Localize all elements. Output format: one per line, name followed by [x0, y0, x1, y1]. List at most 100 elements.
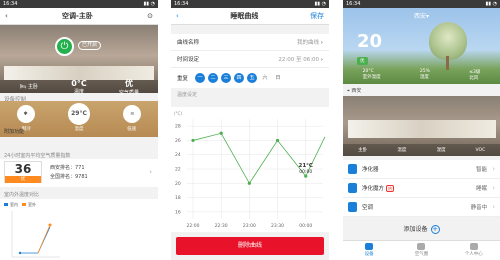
point-annotation-time: 00:00: [299, 169, 312, 175]
y-tick-label: 26: [175, 138, 181, 144]
x-tick-label: 23:30: [271, 223, 284, 229]
temp-value: 0°C: [71, 78, 87, 88]
device-name: 净化魔方: [362, 186, 385, 192]
xian-rank: 西安排名：771: [50, 165, 85, 171]
tab-label: 空气圈: [414, 252, 429, 257]
device-name: 空调: [362, 205, 374, 211]
curve-name-value: 我的曲线: [297, 40, 320, 46]
day-wed[interactable]: 三: [221, 73, 232, 83]
x-tick-label: 00:00: [299, 223, 312, 229]
legend-indoor: 室内: [10, 201, 18, 207]
hot-badge: 热: [386, 185, 395, 192]
status-time: 16:34: [346, 1, 361, 7]
devices-icon: [365, 243, 374, 250]
room-humidity-label: 湿度: [436, 148, 446, 153]
national-rank: 全国排名：9781: [50, 174, 88, 180]
status-bar: 16:34 ▮▮ ◔: [0, 0, 158, 8]
tab-label: 个人中心: [464, 252, 483, 257]
data-point: [191, 138, 195, 143]
chevron-right-icon: ›: [492, 203, 495, 211]
room-temp-label: 温度: [397, 148, 407, 153]
y-tick-label: 28: [175, 124, 181, 130]
page-title: 睡眠曲线: [230, 12, 259, 20]
y-axis-label: (°C): [174, 111, 182, 116]
chevron-down-icon: ▾: [426, 13, 430, 20]
add-function-link[interactable]: 附加功能: [4, 128, 24, 135]
save-button[interactable]: 保存: [310, 11, 324, 21]
sleep-curve-svg[interactable]: (°C) 16 18 20 22 24 26 28 22:00 22:30 23:00 23:30 00…: [171, 107, 329, 232]
chevron-right-icon: ›: [492, 165, 495, 173]
room-info-bar: 主卧 温度 湿度 VOC: [343, 144, 500, 156]
day-fri[interactable]: 五: [247, 73, 258, 83]
delete-curve-button[interactable]: 删除曲线: [176, 237, 324, 255]
time-setting-value: 22:00 至 06:00: [278, 57, 320, 63]
nav-bar: ‹ 睡眠曲线 保存: [171, 8, 329, 25]
day-sun[interactable]: 日: [273, 73, 283, 83]
tab-label: 设备: [364, 252, 374, 257]
temperature-button[interactable]: 29°C: [67, 103, 90, 125]
power-icon[interactable]: ⏻: [55, 37, 74, 56]
data-point: [275, 138, 280, 143]
day-sat[interactable]: 六: [260, 73, 270, 83]
tree-trunk: [446, 56, 449, 70]
room-info-bar: 🛏 主卧 0°C 温度 优 空气质量: [0, 78, 158, 96]
temp-compare-title: 室内外温度对比: [4, 192, 40, 198]
sleep-curve-chart[interactable]: (°C) 16 18 20 22 24 26 28 22:00 22:30 23:00 23:30 00…: [171, 107, 329, 232]
room-name: 主卧: [358, 148, 368, 153]
time-setting-row[interactable]: 时间设定 22:00 至 06:00 ›: [171, 51, 329, 68]
data-point: [219, 131, 223, 135]
aqi-value: 36: [14, 162, 32, 176]
day-mon[interactable]: 一: [195, 73, 206, 83]
temperature-label: 温度: [74, 127, 84, 132]
device-row-purifier[interactable]: 净化器 智能 ›: [343, 160, 500, 179]
outdoor-aqi-value: 20: [357, 31, 383, 52]
air-quality-card[interactable]: 36 优 西安排名：771 全国排名：9781 ›: [0, 159, 158, 187]
phone-screen-home: 16:34 ▮▮ ◔ 西安▾ 20 优 20°C 室外温度 25% 湿度 ≤3级 北风…: [343, 0, 500, 260]
air-quality-label: 空气质量: [118, 89, 139, 96]
room-card[interactable]: 主卧 温度 湿度 VOC: [343, 96, 500, 156]
day-thu[interactable]: 四: [234, 73, 245, 83]
mode-cool-button[interactable]: ✱: [16, 105, 35, 123]
chevron-right-icon: ›: [320, 57, 323, 63]
curve-name-label: 曲线名称: [177, 40, 200, 46]
room-banner: ⏻ 已开启 🛏 主卧 0°C 温度 优 空气质量: [0, 25, 158, 96]
device-row-ac[interactable]: 空调 静音中 ›: [343, 198, 500, 217]
air-quality-value: 优: [125, 78, 133, 88]
y-tick-label: 24: [175, 152, 181, 158]
tab-bar: 设备 空气圈 个人中心: [343, 240, 500, 260]
phone-screen-air-conditioner: 16:34 ▮▮ ◔ ‹ 空调-主卧 ⊙ ⏻ 已开启 🛏 主卧 0°C 温度 优…: [0, 0, 158, 260]
city-title[interactable]: 西安▾: [343, 11, 500, 20]
outdoor-line: [37, 224, 51, 254]
x-tick-label: 23:00: [243, 223, 256, 229]
phone-screen-sleep-curve: 16:34 ▮▮ ◔ ‹ 睡眠曲线 保存 曲线名称 我的曲线 › 时间设定 22…: [171, 0, 329, 260]
status-time: 16:34: [174, 1, 189, 7]
repeat-label: 重复: [177, 76, 189, 82]
tab-air-circle[interactable]: 空气圈: [395, 241, 447, 260]
data-point: [247, 181, 251, 185]
tab-devices[interactable]: 设备: [343, 241, 395, 260]
day-tue[interactable]: 二: [208, 73, 219, 83]
tab-profile[interactable]: 个人中心: [448, 241, 500, 260]
more-button[interactable]: ⊙: [147, 12, 153, 20]
curve-name-row[interactable]: 曲线名称 我的曲线 ›: [171, 34, 329, 51]
device-row-cube[interactable]: 净化魔方热 睡眠 ›: [343, 179, 500, 198]
stat-temp: 20°C 室外温度: [363, 69, 381, 81]
nav-bar: ‹ 空调-主卧 ⊙: [0, 8, 158, 25]
stat-wind: ≤3级 北风: [469, 69, 480, 81]
add-device-label: 添加设备: [403, 226, 428, 233]
chevron-right-icon: ›: [492, 184, 495, 192]
city-name: 西安: [413, 13, 426, 20]
location-label: ⌖ 西安: [347, 87, 361, 94]
aqi-box: 36 优: [4, 161, 42, 183]
stat-temp-label: 室外温度: [362, 75, 381, 80]
plus-icon: +: [430, 225, 440, 234]
device-status: 睡眠: [476, 186, 488, 192]
legend-indoor-swatch: [4, 203, 8, 206]
cube-icon: [348, 183, 357, 193]
x-tick-label: 22:30: [215, 223, 228, 229]
fan-speed-button[interactable]: ≋: [123, 105, 142, 123]
y-tick-label: 18: [175, 195, 181, 201]
stat-humidity: 25% 湿度: [420, 69, 430, 81]
add-device-button[interactable]: 添加设备 +: [343, 224, 500, 234]
